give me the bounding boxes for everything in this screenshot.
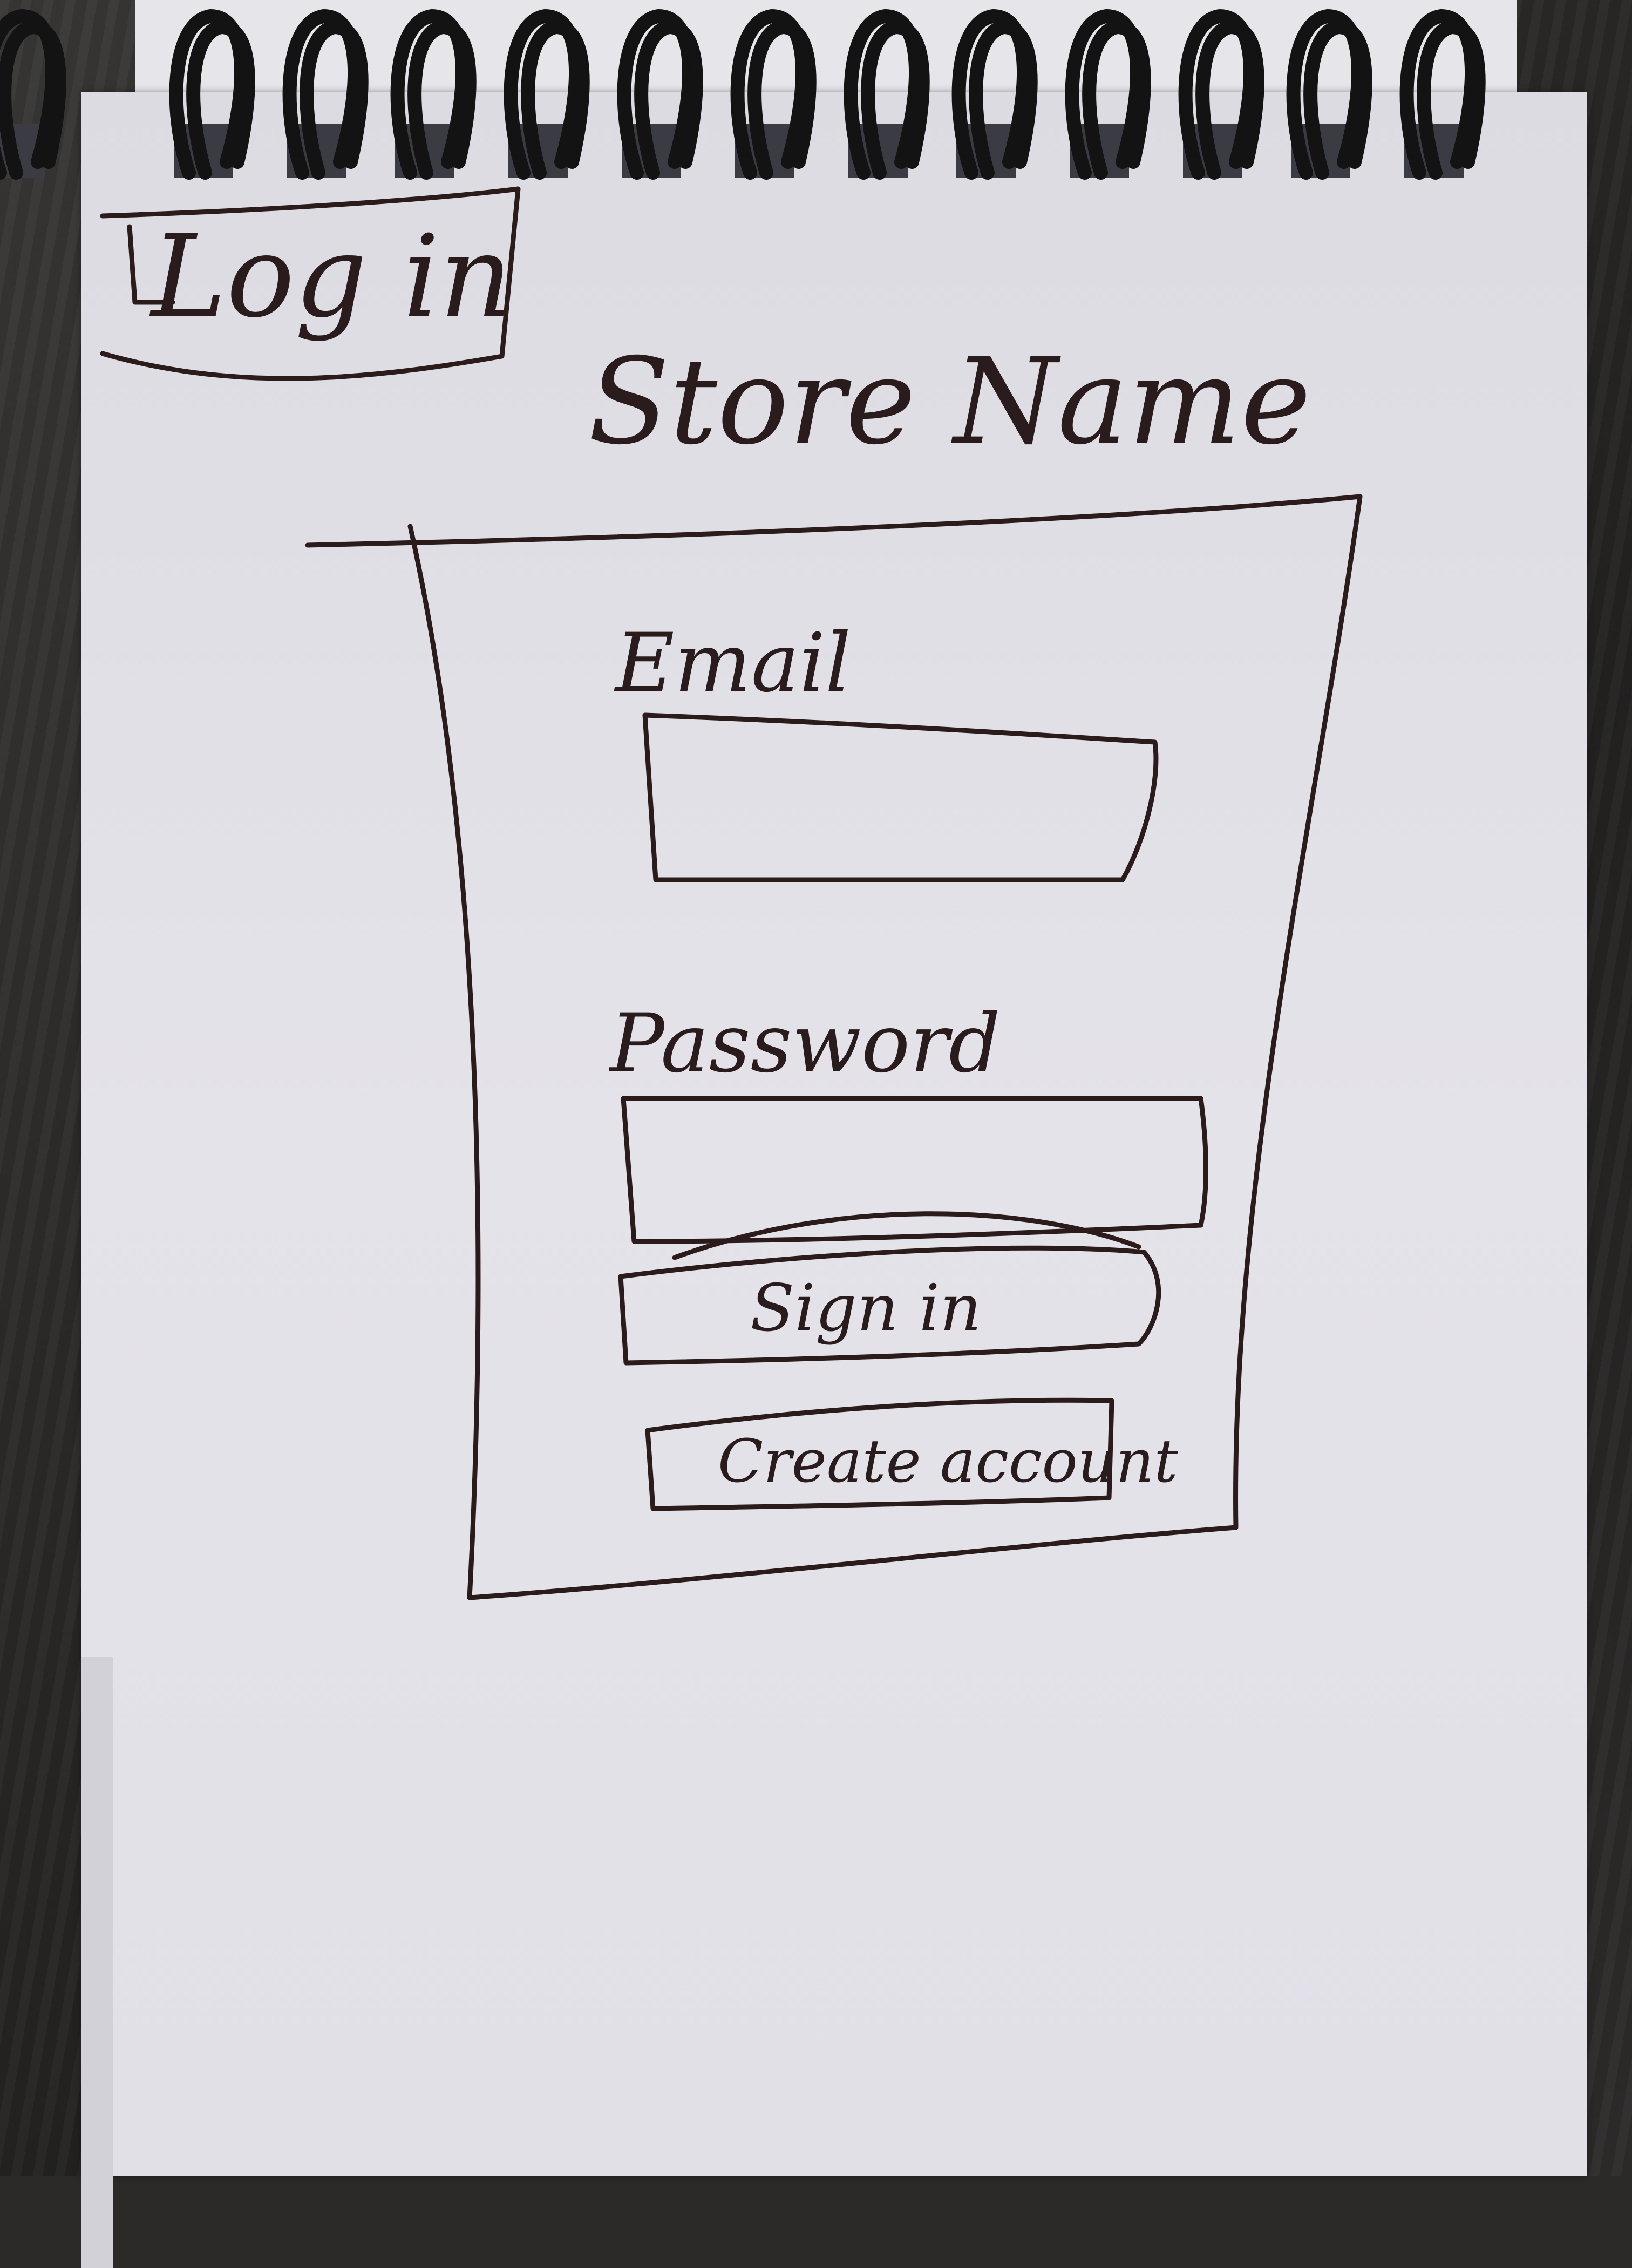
sign-in-button[interactable]: [626, 1258, 1160, 1360]
login-button-hit[interactable]: [103, 192, 518, 386]
password-input[interactable]: [634, 1106, 1198, 1232]
password-label: Password: [608, 997, 1001, 1091]
email-label: Email: [614, 616, 851, 710]
store-name-heading: Store Name: [588, 332, 1311, 471]
create-account-button[interactable]: [650, 1403, 1112, 1506]
email-input[interactable]: [656, 726, 1144, 873]
